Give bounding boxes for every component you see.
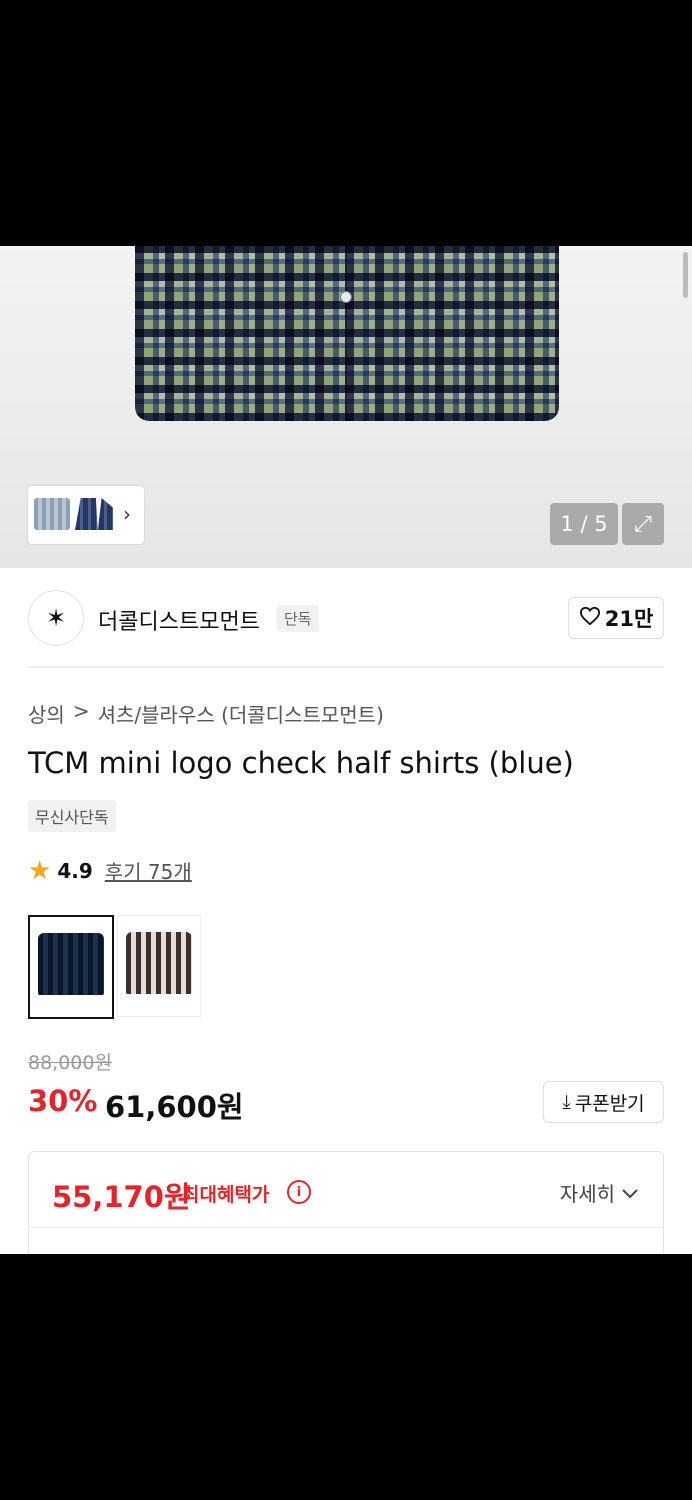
- max-benefit-box: 55,170원 최대혜택가 i 자세히: [28, 1151, 664, 1254]
- color-swatch-brown[interactable]: [117, 915, 201, 1017]
- product-title: TCM mini logo check half shirts (blue): [28, 746, 574, 780]
- thumbnail-image[interactable]: [75, 498, 113, 530]
- scrollbar[interactable]: [683, 252, 688, 298]
- max-benefit-price: 55,170원: [52, 1180, 191, 1214]
- details-label: 자세히: [559, 1182, 615, 1206]
- swatch-image: [126, 932, 192, 994]
- info-icon[interactable]: i: [287, 1180, 311, 1204]
- breadcrumb-item-top[interactable]: 상의: [28, 699, 65, 728]
- product-page: › 1 / 5 ⤢ ✶ 더콜디스트모먼트 단독 21만 상의 > 셔츠/블라우스…: [0, 246, 692, 1254]
- brand-name[interactable]: 더콜디스트모먼트: [98, 604, 260, 636]
- divider: [29, 1227, 663, 1228]
- swatch-image: [38, 933, 104, 995]
- thumbnail-image[interactable]: [34, 498, 70, 530]
- breadcrumb-item-shirts[interactable]: 셔츠/블라우스 (더콜디스트모먼트): [98, 699, 384, 728]
- chevron-down-icon: [621, 1181, 639, 1205]
- coupon-button[interactable]: ⤓ 쿠폰받기: [543, 1081, 664, 1123]
- brand-logo[interactable]: ✶: [28, 590, 84, 646]
- chevron-right-icon[interactable]: ›: [123, 502, 131, 526]
- max-benefit-label: 최대혜택가: [182, 1184, 270, 1206]
- shirt-placket: [345, 246, 347, 421]
- breadcrumb: 상의 > 셔츠/블라우스 (더콜디스트모먼트): [28, 699, 384, 728]
- shirt-button: [340, 291, 352, 303]
- heart-icon: [579, 606, 601, 631]
- image-pager: 1 / 5: [550, 503, 618, 545]
- exclusive-badge: 무신사단독: [28, 800, 116, 832]
- like-button[interactable]: 21만: [568, 597, 664, 639]
- star-icon: ★: [28, 855, 52, 886]
- rating-score: 4.9: [57, 858, 93, 883]
- download-icon: ⤓: [562, 1091, 571, 1113]
- expand-icon[interactable]: ⤢: [622, 503, 664, 545]
- sale-price: 61,600원: [105, 1090, 244, 1124]
- breadcrumb-separator: >: [72, 699, 90, 723]
- divider: [28, 666, 664, 668]
- reviews-link[interactable]: 후기 75개: [105, 856, 192, 885]
- brand-exclusive-tag: 단독: [277, 605, 319, 632]
- product-image-gallery[interactable]: › 1 / 5 ⤢: [0, 246, 692, 568]
- discount-rate: 30%: [28, 1084, 98, 1118]
- details-toggle[interactable]: 자세히: [560, 1178, 639, 1207]
- original-price: 88,000원: [28, 1052, 112, 1074]
- coupon-label: 쿠폰받기: [574, 1092, 645, 1115]
- color-swatch-blue[interactable]: [28, 915, 114, 1019]
- thumbnail-strip[interactable]: ›: [28, 486, 144, 544]
- rating-summary: ★ 4.9 후기 75개: [28, 856, 192, 885]
- product-image: [135, 246, 559, 421]
- like-count: 21만: [604, 607, 654, 631]
